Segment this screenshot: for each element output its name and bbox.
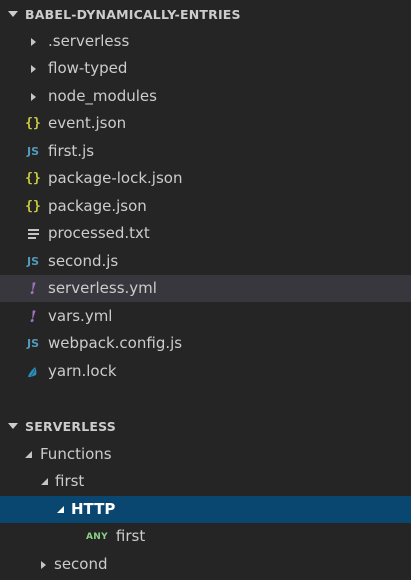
chevron-down-icon [39, 478, 49, 485]
tree-item-http[interactable]: HTTP [0, 496, 411, 523]
tree-item-webpack-config-js[interactable]: JS webpack.config.js [0, 330, 411, 357]
chevron-down-icon [8, 423, 18, 429]
tree-item-function-first[interactable]: first [0, 468, 411, 495]
tree-item-label: event.json [48, 114, 127, 132]
http-method-badge: ANY [86, 531, 108, 542]
yaml-file-icon: ! [29, 307, 37, 326]
tree-item-label: flow-typed [48, 59, 128, 77]
explorer-section-header[interactable]: BABEL-DYNAMICALLY-ENTRIES [0, 1, 411, 27]
chevron-down-icon [55, 506, 65, 513]
chevron-down-icon [8, 11, 18, 17]
tree-item-yarn-lock[interactable]: yarn.lock [0, 358, 411, 385]
tree-item-label: vars.yml [48, 307, 113, 325]
tree-item-flow-typed-folder[interactable]: flow-typed [0, 55, 411, 82]
tree-item-label: serverless.yml [48, 279, 157, 297]
tree-item-label: HTTP [71, 500, 116, 518]
tree-item-label: second.js [48, 252, 119, 270]
tree-item-label: first [115, 527, 146, 545]
serverless-title: SERVERLESS [25, 418, 116, 434]
javascript-file-icon: JS [26, 337, 39, 350]
tree-item-package-json[interactable]: {} package.json [0, 193, 411, 220]
javascript-file-icon: JS [26, 145, 39, 158]
chevron-right-icon [24, 64, 42, 73]
tree-item-label: Functions [40, 445, 112, 463]
json-file-icon: {} [25, 199, 41, 214]
tree-item-functions[interactable]: Functions [0, 441, 411, 468]
tree-item-vars-yml[interactable]: ! vars.yml [0, 303, 411, 330]
explorer-title: BABEL-DYNAMICALLY-ENTRIES [25, 6, 241, 22]
yarn-icon [24, 365, 42, 379]
tree-item-label: first [55, 472, 85, 490]
tree-item-first-js[interactable]: JS first.js [0, 138, 411, 165]
chevron-down-icon [22, 451, 34, 458]
json-file-icon: {} [25, 171, 41, 186]
yaml-file-icon: ! [29, 279, 37, 298]
tree-item-label: yarn.lock [48, 362, 117, 380]
tree-item-function-second[interactable]: second [0, 551, 411, 578]
serverless-section-header[interactable]: SERVERLESS [0, 413, 411, 439]
tree-item-second-js[interactable]: JS second.js [0, 248, 411, 275]
tree-item-label: node_modules [48, 87, 157, 105]
tree-item-label: webpack.config.js [48, 334, 183, 352]
javascript-file-icon: JS [26, 255, 39, 268]
chevron-right-icon [24, 37, 42, 46]
tree-item-label: package.json [48, 197, 147, 215]
tree-item-serverless-folder[interactable]: .serverless [0, 28, 411, 55]
tree-item-processed-txt[interactable]: processed.txt [0, 220, 411, 247]
tree-item-label: processed.txt [48, 224, 150, 242]
tree-item-label: package-lock.json [48, 169, 183, 187]
tree-item-node-modules-folder[interactable]: node_modules [0, 83, 411, 110]
chevron-right-icon [38, 560, 48, 569]
tree-item-label: .serverless [48, 32, 130, 50]
tree-item-package-lock-json[interactable]: {} package-lock.json [0, 165, 411, 192]
chevron-right-icon [24, 92, 42, 101]
tree-item-label: second [54, 555, 108, 573]
tree-item-label: first.js [48, 142, 95, 160]
json-file-icon: {} [25, 116, 41, 131]
tree-item-endpoint-first[interactable]: ANY first [0, 523, 411, 550]
text-file-icon [24, 227, 42, 241]
tree-item-event-json[interactable]: {} event.json [0, 110, 411, 137]
sidebar-panel: BABEL-DYNAMICALLY-ENTRIES .serverless fl… [0, 0, 411, 580]
tree-item-serverless-yml[interactable]: ! serverless.yml [0, 275, 411, 302]
